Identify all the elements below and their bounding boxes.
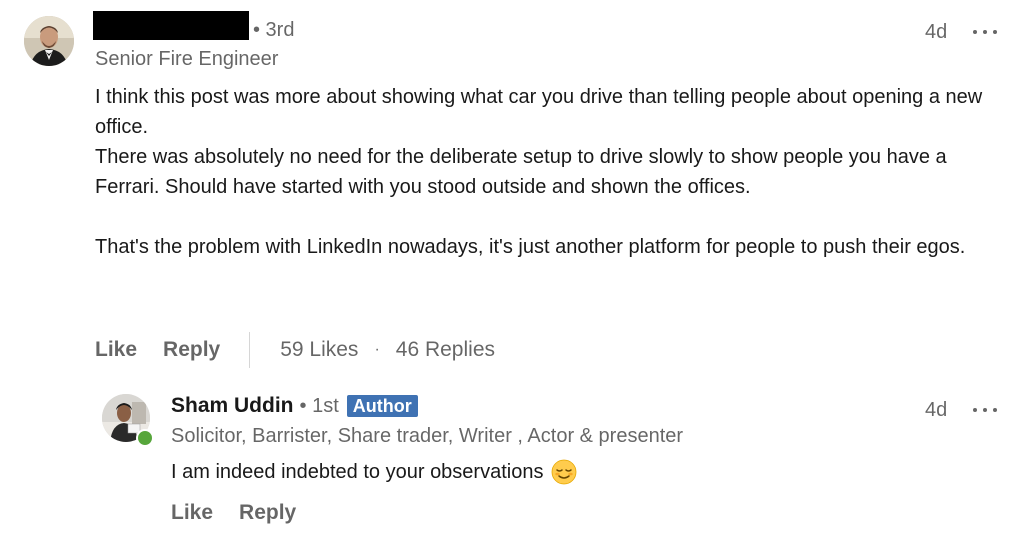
reply-author-name[interactable]: Sham Uddin xyxy=(171,394,294,418)
reply-text-content: I am indeed indebted to your observation… xyxy=(171,461,544,483)
dot-separator: · xyxy=(374,341,380,358)
comment-actions: Like Reply 59 Likes · 46 Replies xyxy=(95,332,495,368)
like-button[interactable]: Like xyxy=(171,501,213,525)
reply-text: I am indeed indebted to your observation… xyxy=(171,457,577,487)
comment-thread: • 3rd Senior Fire Engineer 4d I think th… xyxy=(0,0,1024,544)
avatar-photo xyxy=(24,16,74,66)
connection-degree: • 1st xyxy=(299,394,339,417)
reply-more-button[interactable] xyxy=(968,397,1002,423)
divider xyxy=(249,332,251,368)
redacted-name xyxy=(93,11,249,40)
connection-degree: • 3rd xyxy=(253,19,295,41)
reply-author-row: Sham Uddin • 1st Author xyxy=(171,391,418,421)
reply-author-headline: Solicitor, Barrister, Share trader, Writ… xyxy=(171,425,684,447)
reply-actions: Like Reply xyxy=(171,498,296,528)
reply-avatar[interactable] xyxy=(102,394,154,447)
comment-paragraph: That's the problem with LinkedIn nowaday… xyxy=(95,236,966,258)
reply-button[interactable]: Reply xyxy=(239,501,296,525)
author-badge: Author xyxy=(346,395,418,417)
comment-text: I think this post was more about showing… xyxy=(95,82,995,262)
commenter-avatar[interactable] xyxy=(24,16,74,66)
reply-timestamp: 4d xyxy=(925,399,948,421)
relieved-face-emoji-icon xyxy=(551,459,577,485)
comment-timestamp: 4d xyxy=(925,21,948,43)
likes-count-link[interactable]: 59 Likes xyxy=(280,338,358,362)
reply-button[interactable]: Reply xyxy=(163,338,220,362)
replies-count-link[interactable]: 46 Replies xyxy=(396,338,495,362)
ellipsis-horizontal-icon xyxy=(973,30,997,34)
like-button[interactable]: Like xyxy=(95,338,137,362)
commenter-headline: Senior Fire Engineer xyxy=(95,48,279,70)
comment-more-button[interactable] xyxy=(968,19,1002,45)
comment-paragraph: I think this post was more about showing… xyxy=(95,86,983,138)
online-status-indicator xyxy=(136,429,154,447)
ellipsis-horizontal-icon xyxy=(973,408,997,412)
comment-paragraph: There was absolutely no need for the del… xyxy=(95,146,947,198)
